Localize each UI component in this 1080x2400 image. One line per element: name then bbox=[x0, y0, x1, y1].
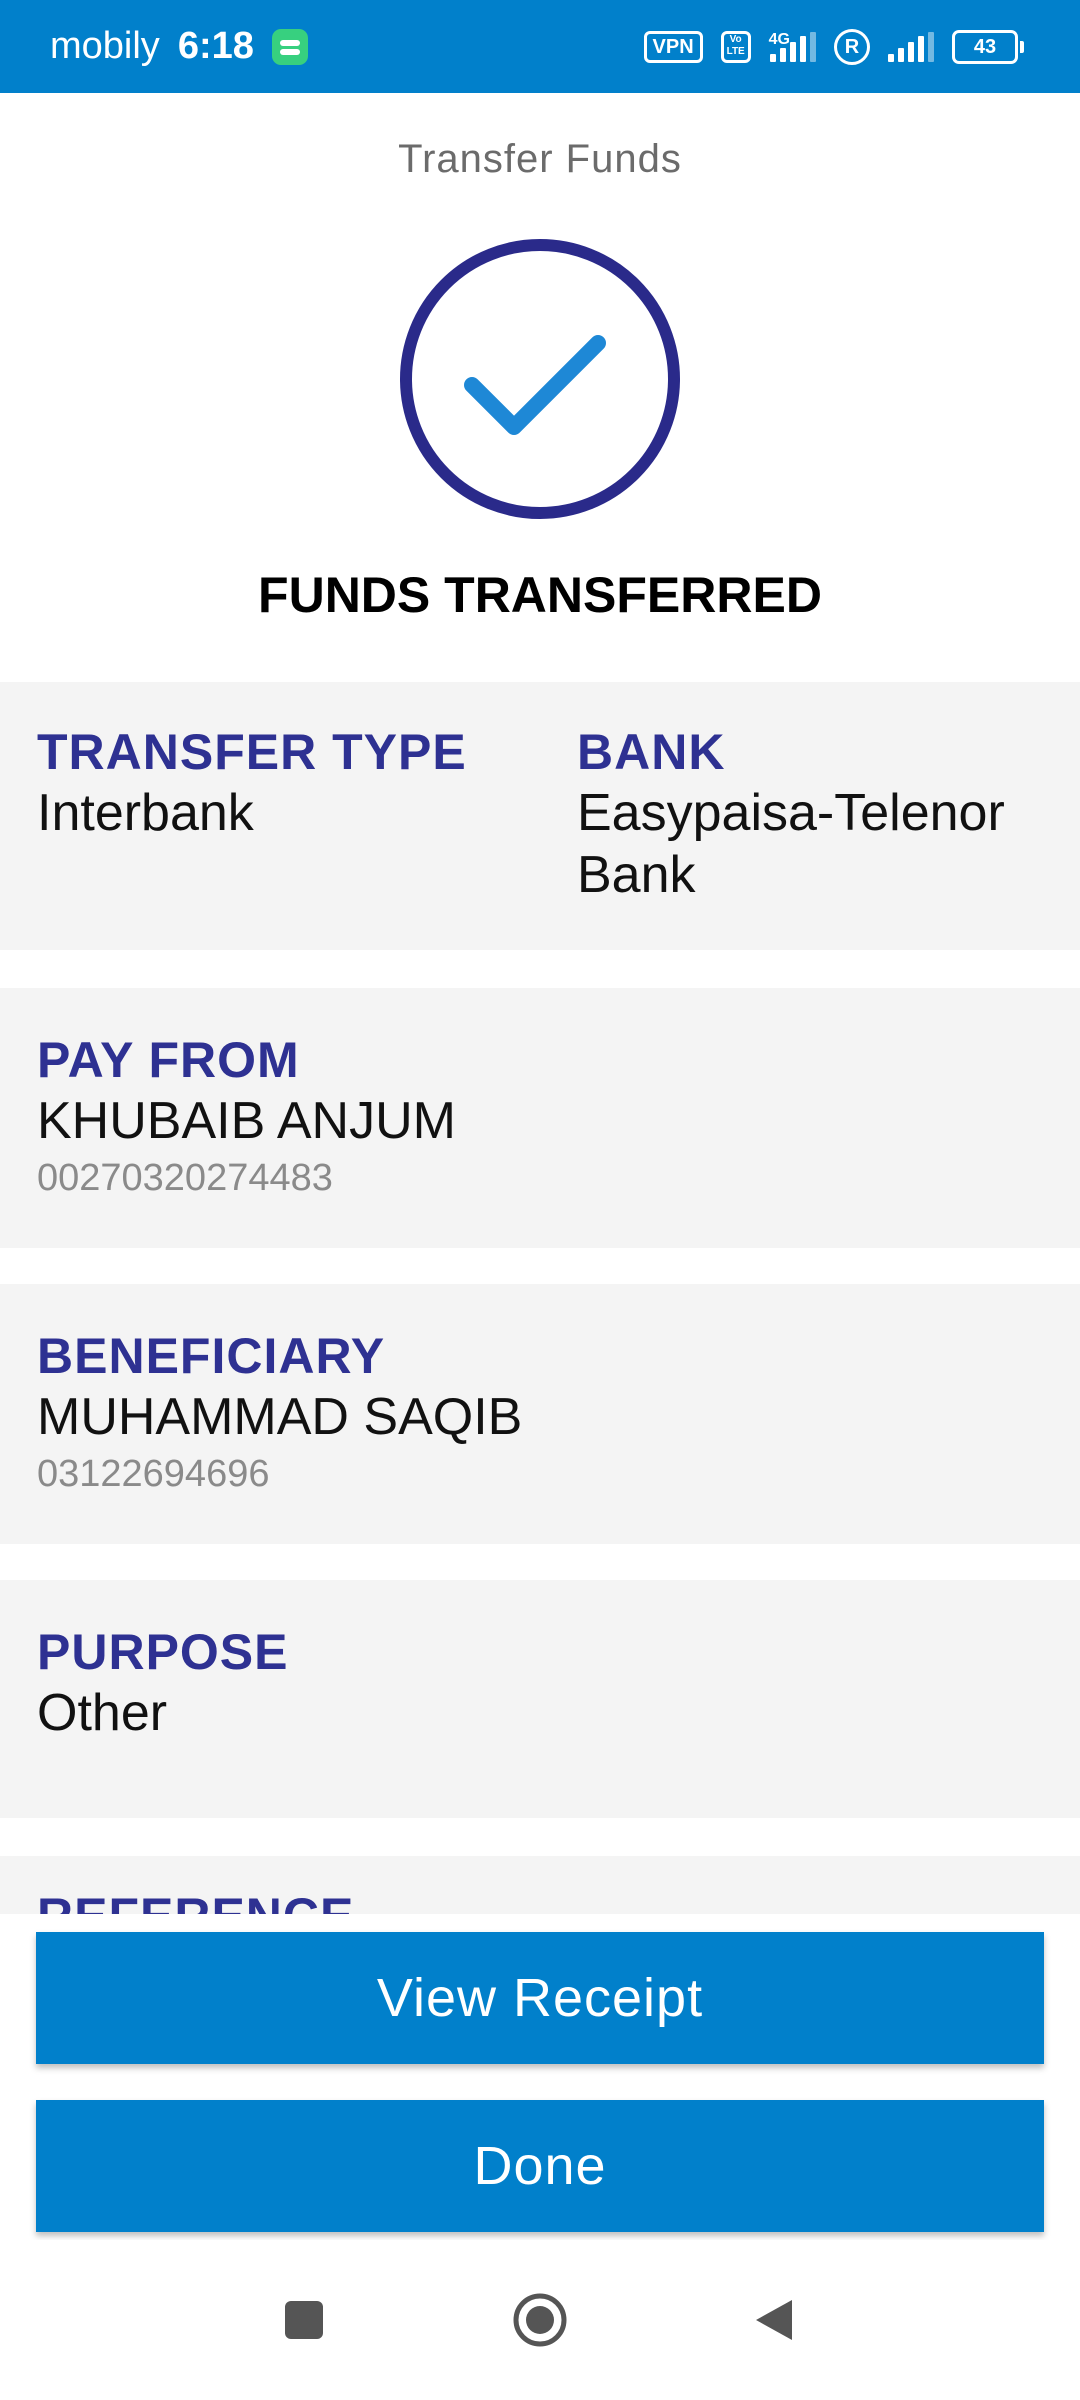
pay-from-name: KHUBAIB ANJUM bbox=[37, 1092, 456, 1150]
purpose-value: Other bbox=[37, 1684, 168, 1742]
pay-from-account: 00270320274483 bbox=[37, 1157, 333, 1199]
clock: 6:18 bbox=[177, 25, 254, 67]
app-notification-icon bbox=[271, 28, 308, 65]
recent-apps-icon bbox=[285, 2301, 323, 2339]
purpose-block: PURPOSE Other bbox=[37, 1622, 289, 1744]
back-icon bbox=[756, 2300, 792, 2340]
volte-icon: Vo LTE bbox=[720, 30, 751, 63]
done-button[interactable]: Done bbox=[36, 2100, 1044, 2232]
reference-block: REFERENCE bbox=[37, 1886, 354, 1914]
view-receipt-button[interactable]: View Receipt bbox=[36, 1932, 1044, 2064]
purpose-label: PURPOSE bbox=[37, 1624, 289, 1680]
beneficiary-card: BENEFICIARY MUHAMMAD SAQIB 03122694696 bbox=[0, 1284, 1080, 1544]
roaming-icon: R bbox=[834, 28, 870, 65]
signal-bars-2-icon bbox=[888, 31, 934, 62]
home-button[interactable] bbox=[480, 2240, 600, 2400]
beneficiary-label: BENEFICIARY bbox=[37, 1328, 386, 1384]
bank-value: Easypaisa-Telenor Bank bbox=[577, 784, 1005, 904]
pay-from-label: PAY FROM bbox=[37, 1032, 300, 1088]
status-indicators: VPN Vo LTE 4G R 43 bbox=[643, 0, 1024, 93]
transfer-details[interactable]: TRANSFER TYPE Interbank BANK Easypaisa-T… bbox=[0, 682, 1080, 1914]
page-title: Transfer Funds bbox=[398, 137, 682, 181]
beneficiary-name: MUHAMMAD SAQIB bbox=[37, 1388, 523, 1446]
status-left: mobily 6:18 bbox=[50, 0, 308, 93]
signal-4g-icon: 4G bbox=[769, 31, 816, 62]
signal-bars-icon bbox=[770, 31, 816, 62]
home-icon bbox=[513, 2293, 567, 2347]
transfer-type-block: TRANSFER TYPE Interbank bbox=[37, 722, 467, 844]
transfer-type-value: Interbank bbox=[37, 784, 254, 842]
status-bar: mobily 6:18 VPN Vo LTE 4G R 43 bbox=[0, 0, 1080, 93]
bank-label: BANK bbox=[577, 724, 726, 780]
transfer-summary-card: TRANSFER TYPE Interbank BANK Easypaisa-T… bbox=[0, 682, 1080, 950]
beneficiary-block: BENEFICIARY MUHAMMAD SAQIB 03122694696 bbox=[37, 1326, 522, 1498]
bank-block: BANK Easypaisa-Telenor Bank bbox=[577, 722, 1057, 906]
reference-label: REFERENCE bbox=[37, 1886, 354, 1914]
pay-from-card: PAY FROM KHUBAIB ANJUM 00270320274483 bbox=[0, 988, 1080, 1248]
purpose-card: PURPOSE Other bbox=[0, 1580, 1080, 1818]
checkmark-circle-icon bbox=[396, 235, 684, 523]
transfer-type-label: TRANSFER TYPE bbox=[37, 724, 467, 780]
carrier-name: mobily bbox=[50, 25, 160, 67]
system-nav-bar bbox=[0, 2240, 1080, 2400]
beneficiary-account: 03122694696 bbox=[37, 1453, 270, 1495]
vpn-icon: VPN bbox=[643, 30, 703, 63]
pay-from-block: PAY FROM KHUBAIB ANJUM 00270320274483 bbox=[37, 1030, 456, 1202]
back-button[interactable] bbox=[714, 2240, 834, 2400]
reference-card: REFERENCE bbox=[0, 1856, 1080, 1914]
recent-apps-button[interactable] bbox=[244, 2240, 364, 2400]
result-title: FUNDS TRANSFERRED bbox=[258, 567, 822, 623]
battery-icon: 43 bbox=[952, 29, 1024, 64]
